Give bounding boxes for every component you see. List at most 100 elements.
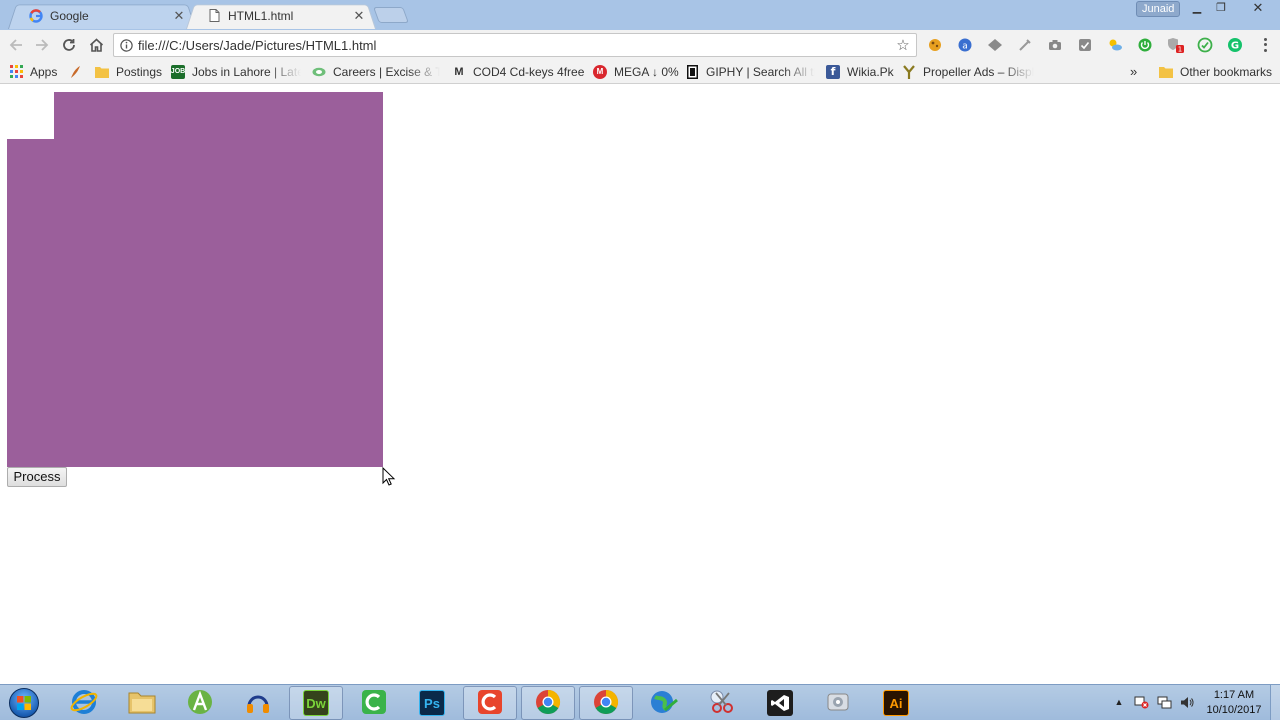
system-tool-icon: [824, 688, 852, 719]
taskbar-orange-app[interactable]: [463, 686, 517, 720]
svg-text:G: G: [1231, 41, 1239, 52]
google-icon: [28, 8, 44, 24]
show-hidden-icons-button[interactable]: ▲: [1112, 685, 1126, 719]
taskbar-chrome-1[interactable]: [521, 686, 575, 720]
taskbar-chrome-2[interactable]: [579, 686, 633, 720]
browser-toolbar: file:///C:/Users/Jade/Pictures/HTML1.htm…: [0, 30, 1280, 59]
mouse-cursor-icon: [382, 467, 396, 486]
close-window-icon[interactable]: ✕: [1244, 0, 1272, 18]
windows-taskbar: Dw Ps Ai ▲ 1:17 AM 10/10/2017: [0, 684, 1280, 720]
tab-google[interactable]: Google ✕: [8, 2, 196, 29]
taskbar-internet-explorer[interactable]: [57, 686, 111, 720]
action-center-icon[interactable]: [1132, 685, 1150, 719]
network-icon[interactable]: [1155, 685, 1173, 719]
cookie-extension-icon[interactable]: [926, 36, 944, 54]
taskbar-file-explorer[interactable]: [115, 686, 169, 720]
shield-extension-icon[interactable]: 1: [1166, 36, 1184, 54]
restore-icon[interactable]: ❐: [1209, 0, 1233, 18]
purple-box-top: [54, 92, 383, 139]
taskbar-globe[interactable]: [637, 686, 691, 720]
eyedropper-extension-icon[interactable]: [1016, 36, 1034, 54]
headphones-icon: [244, 688, 272, 719]
bookmark-postings[interactable]: Postings: [95, 63, 162, 80]
bookmark-apps[interactable]: Apps: [9, 63, 57, 80]
tab-title: HTML1.html: [228, 8, 294, 23]
page-viewport: Process: [0, 85, 1280, 684]
bookmark-propeller[interactable]: Propeller Ads – Displ: [902, 63, 1034, 80]
folder-icon: [1159, 65, 1173, 79]
photoshop-icon: Ps: [419, 690, 445, 716]
layers-extension-icon[interactable]: [986, 36, 1004, 54]
svg-text:1: 1: [1178, 46, 1182, 54]
taskbar-photoshop[interactable]: Ps: [405, 686, 459, 720]
globe-icon: [649, 688, 679, 719]
browser-titlebar: Google ✕ HTML1.html ✕ Junaid ▁ ❐ ✕: [0, 0, 1280, 30]
bookmark-cod4[interactable]: M COD4 Cd-keys 4free: [452, 63, 584, 80]
taskbar-snipping-tool[interactable]: [695, 686, 749, 720]
jobz-icon: JOB: [171, 64, 185, 79]
clock-date: 10/10/2017: [1206, 704, 1262, 716]
page-icon: [206, 8, 222, 24]
home-icon[interactable]: [83, 32, 109, 58]
bookmark-mega[interactable]: M MEGA ↓ 0%: [593, 63, 679, 80]
menu-icon[interactable]: [1258, 34, 1272, 56]
taskbar-illustrator[interactable]: Ai: [869, 686, 923, 720]
orange-app-icon: [476, 688, 504, 719]
green-power-extension-icon[interactable]: [1136, 36, 1154, 54]
address-bar[interactable]: file:///C:/Users/Jade/Pictures/HTML1.htm…: [113, 33, 917, 57]
bookmark-giphy[interactable]: GIPHY | Search All th: [685, 63, 815, 80]
chrome-icon: [592, 688, 620, 719]
start-button[interactable]: [4, 686, 44, 720]
bookmark-careers[interactable]: Careers | Excise & Ta: [312, 63, 440, 80]
bookmark-feather[interactable]: [68, 63, 89, 80]
info-icon[interactable]: [114, 38, 138, 52]
facebook-icon: f: [826, 64, 840, 79]
close-icon[interactable]: ✕: [172, 8, 186, 24]
dreamweaver-icon: Dw: [303, 690, 329, 716]
propeller-icon: [902, 64, 916, 79]
tab-title: Google: [50, 8, 89, 23]
taskbar-system-tool[interactable]: [811, 686, 865, 720]
chrome-icon: [534, 688, 562, 719]
taskbar-audacity[interactable]: [231, 686, 285, 720]
taskbar-camtasia[interactable]: [347, 686, 401, 720]
windows-logo-icon: [9, 688, 39, 718]
taskbar-android-studio[interactable]: [173, 686, 227, 720]
url-text[interactable]: file:///C:/Users/Jade/Pictures/HTML1.htm…: [138, 38, 890, 53]
weather-extension-icon[interactable]: [1106, 36, 1124, 54]
a-extension-icon[interactable]: a: [956, 36, 974, 54]
new-tab-button[interactable]: [373, 7, 409, 23]
camera-extension-icon[interactable]: [1046, 36, 1064, 54]
purple-box: [7, 139, 383, 467]
close-icon[interactable]: ✕: [352, 8, 366, 24]
m-icon: M: [454, 65, 464, 78]
mega-icon: M: [593, 64, 607, 79]
visual-studio-icon: [767, 690, 793, 716]
minimize-icon[interactable]: ▁: [1185, 0, 1209, 18]
bookmark-star-icon[interactable]: ☆: [890, 36, 916, 54]
reload-icon[interactable]: [56, 32, 82, 58]
process-button[interactable]: Process: [7, 467, 67, 487]
volume-icon[interactable]: [1178, 685, 1196, 719]
scissors-icon: [708, 688, 736, 719]
taskbar-visual-studio[interactable]: [753, 686, 807, 720]
internet-explorer-icon: [70, 688, 98, 719]
bookmark-wikia[interactable]: f Wikia.Pk: [826, 63, 894, 80]
back-icon[interactable]: [3, 32, 29, 58]
grammarly-extension-icon[interactable]: G: [1226, 36, 1244, 54]
other-bookmarks[interactable]: Other bookmarks: [1159, 63, 1272, 80]
bookmark-jobs-lahore[interactable]: JOB Jobs in Lahore | Lates: [171, 63, 301, 80]
show-desktop-button[interactable]: [1270, 685, 1280, 720]
tab-html1[interactable]: HTML1.html ✕: [186, 2, 376, 29]
profile-button[interactable]: Junaid: [1136, 1, 1181, 17]
bookmarks-overflow-button[interactable]: »: [1130, 63, 1137, 80]
feather-icon: [68, 65, 82, 79]
check-extension-icon[interactable]: [1076, 36, 1094, 54]
forward-icon[interactable]: [29, 32, 55, 58]
svg-text:a: a: [962, 42, 968, 52]
ok-extension-icon[interactable]: [1196, 36, 1214, 54]
folder-icon: [127, 689, 157, 718]
apps-grid-icon: [9, 65, 23, 79]
taskbar-dreamweaver[interactable]: Dw: [289, 686, 343, 720]
taskbar-clock[interactable]: 1:17 AM 10/10/2017: [1200, 688, 1268, 718]
